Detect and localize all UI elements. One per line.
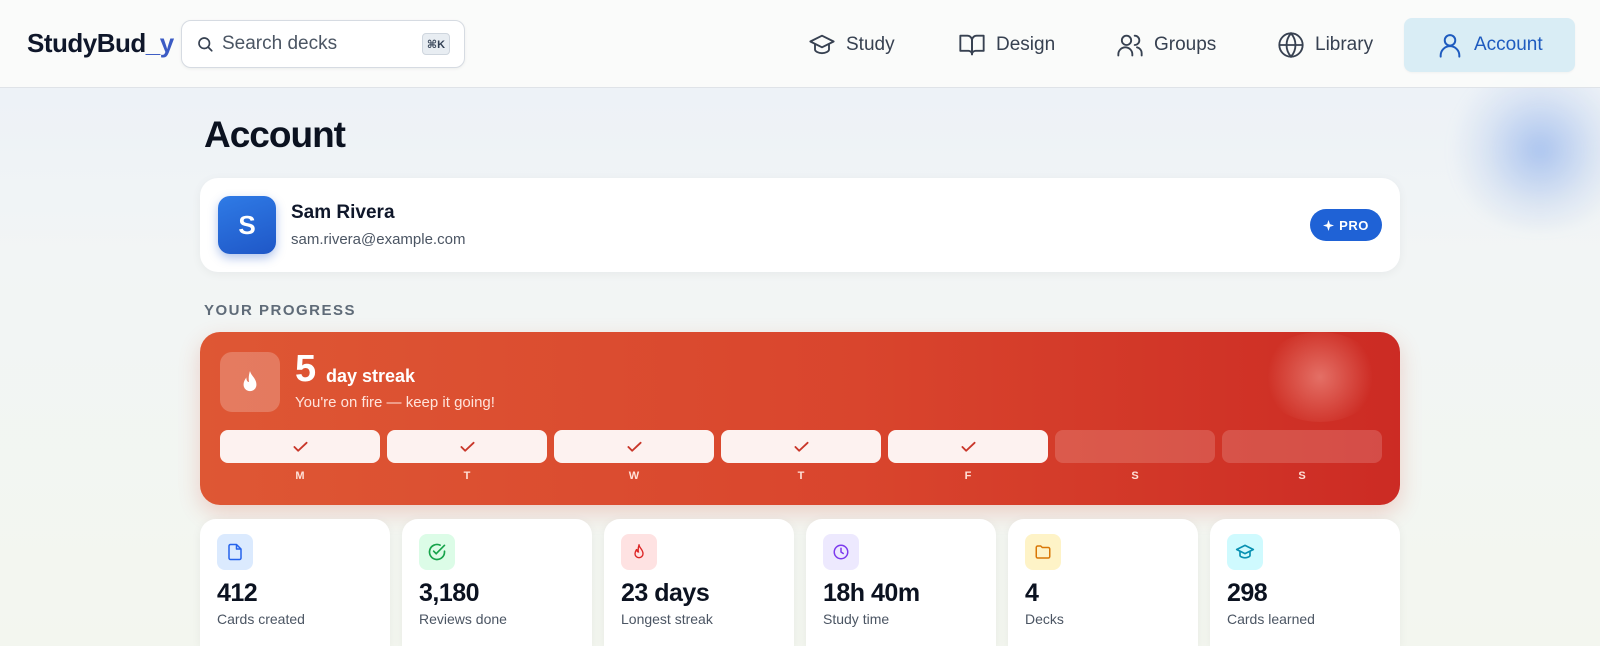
stat-icon-badge [621,534,657,570]
stat-label: Study time [823,611,890,627]
search-shortcut-badge: ⌘K [422,33,450,55]
users-icon [1117,34,1143,57]
stat-value: 4 [1025,579,1039,607]
flame-icon [243,371,257,392]
streak-count: 5 [295,348,317,390]
stat-card: 18h 40m Study time [806,519,996,646]
nav-design-label: Design [996,34,1056,55]
search-icon [198,37,213,52]
stat-label: Decks [1025,611,1064,627]
stat-icon-badge [1227,534,1263,570]
stat-icon-badge [1025,534,1061,570]
stat-card: 3,180 Reviews done [402,519,592,646]
book-open-icon [959,34,985,56]
stat-card: 298 Cards learned [1210,519,1400,646]
clock-icon [832,543,850,561]
nav-design[interactable]: Design [958,18,1055,72]
app-logo[interactable]: StudyBud_y [27,28,174,59]
check-icon [459,441,475,452]
stat-icon-badge [217,534,253,570]
streak-message: You're on fire — keep it going! [295,394,495,411]
section-label-progress: YOUR PROGRESS [204,302,357,319]
stat-card: 23 days Longest streak [604,519,794,646]
nav-study[interactable]: Study [808,18,895,72]
streak-day-label: S [1131,470,1139,482]
profile-email: sam.rivera@example.com [291,231,466,248]
graduation-cap-icon [1235,542,1255,562]
nav-library[interactable]: Library [1277,18,1373,72]
nav-account[interactable]: Account [1404,18,1575,72]
check-icon [793,441,809,452]
stat-value: 298 [1227,579,1268,607]
stat-icon-badge [419,534,455,570]
streak-fire-badge [220,352,280,412]
user-icon [1439,34,1461,58]
nav-groups-label: Groups [1154,34,1217,55]
stat-card: 412 Cards created [200,519,390,646]
stat-label: Longest streak [621,611,713,627]
stat-value: 412 [217,579,258,607]
streak-day-label: T [797,470,805,482]
document-icon [226,543,244,561]
stat-label: Cards created [217,611,305,627]
stat-card: 4 Decks [1008,519,1198,646]
stat-label: Cards learned [1227,611,1315,627]
flame-icon [632,544,646,560]
streak-day-cell [220,430,380,463]
streak-label: day streak [326,366,416,386]
streak-day-cell [888,430,1048,463]
streak-day-label: S [1298,470,1306,482]
stat-label: Reviews done [419,611,507,627]
check-circle-icon [427,542,447,562]
check-icon [626,441,642,452]
nav-library-label: Library [1315,34,1374,55]
nav-account-label: Account [1474,34,1543,55]
globe-icon [1278,31,1304,59]
streak-day-cell [387,430,547,463]
top-navigation-bar: StudyBud_y ⌘K Study Design Groups Librar… [0,0,1600,88]
logo-text-accent: _y [145,28,174,58]
streak-day-label: W [628,470,640,482]
folder-icon [1034,543,1052,561]
streak-glow [1260,332,1380,422]
stat-value: 3,180 [419,579,480,607]
page-title: Account [204,114,346,155]
check-icon [292,441,308,452]
graduation-cap-icon [809,34,835,55]
streak-day-label: T [463,470,471,482]
streak-day-cell [1222,430,1382,463]
streak-card: 5 day streak You're on fire — keep it go… [200,332,1400,505]
nav-study-label: Study [846,34,895,55]
stat-value: 23 days [621,579,710,607]
nav-groups[interactable]: Groups [1116,18,1216,72]
stat-value: 18h 40m [823,579,920,607]
streak-day-label: M [295,470,305,482]
streak-day-label: F [964,470,972,482]
background-glow [1440,70,1600,230]
streak-day-cell [1055,430,1215,463]
streak-day-cell [554,430,714,463]
streak-day-cell [721,430,881,463]
avatar[interactable]: S [218,196,276,254]
check-icon [960,441,976,452]
logo-text-primary: StudyBud [27,28,146,58]
profile-name: Sam Rivera [291,202,395,223]
profile-card: S Sam Rivera sam.rivera@example.com PRO [200,178,1400,272]
pro-badge-label: PRO [1339,217,1369,233]
stat-icon-badge [823,534,859,570]
sparkle-icon [1323,219,1335,231]
pro-badge[interactable]: PRO [1310,209,1382,241]
search-input[interactable] [222,31,402,57]
search-box[interactable]: ⌘K [181,20,465,68]
